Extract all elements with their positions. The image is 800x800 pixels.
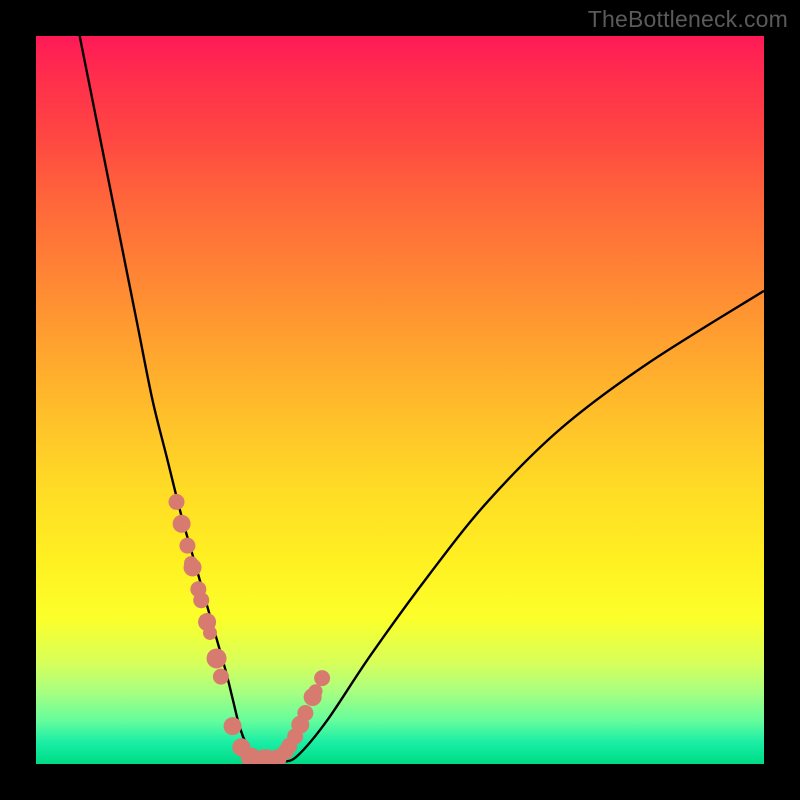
watermark-text: TheBottleneck.com xyxy=(588,6,788,33)
marker-dot xyxy=(224,717,242,735)
marker-dot xyxy=(173,515,191,533)
marker-dot xyxy=(169,494,185,510)
plot-area xyxy=(36,36,764,764)
marker-dot xyxy=(314,670,330,686)
marker-dot xyxy=(203,626,217,640)
marker-dot xyxy=(193,592,209,608)
marker-dot xyxy=(184,556,198,570)
marker-dot xyxy=(309,684,323,698)
marker-dot xyxy=(213,669,229,685)
marker-dot xyxy=(207,648,227,668)
marker-dot xyxy=(179,538,195,554)
bottleneck-curve xyxy=(80,36,764,763)
marker-cluster xyxy=(169,494,331,764)
marker-dot xyxy=(297,705,313,721)
chart-svg xyxy=(36,36,764,764)
